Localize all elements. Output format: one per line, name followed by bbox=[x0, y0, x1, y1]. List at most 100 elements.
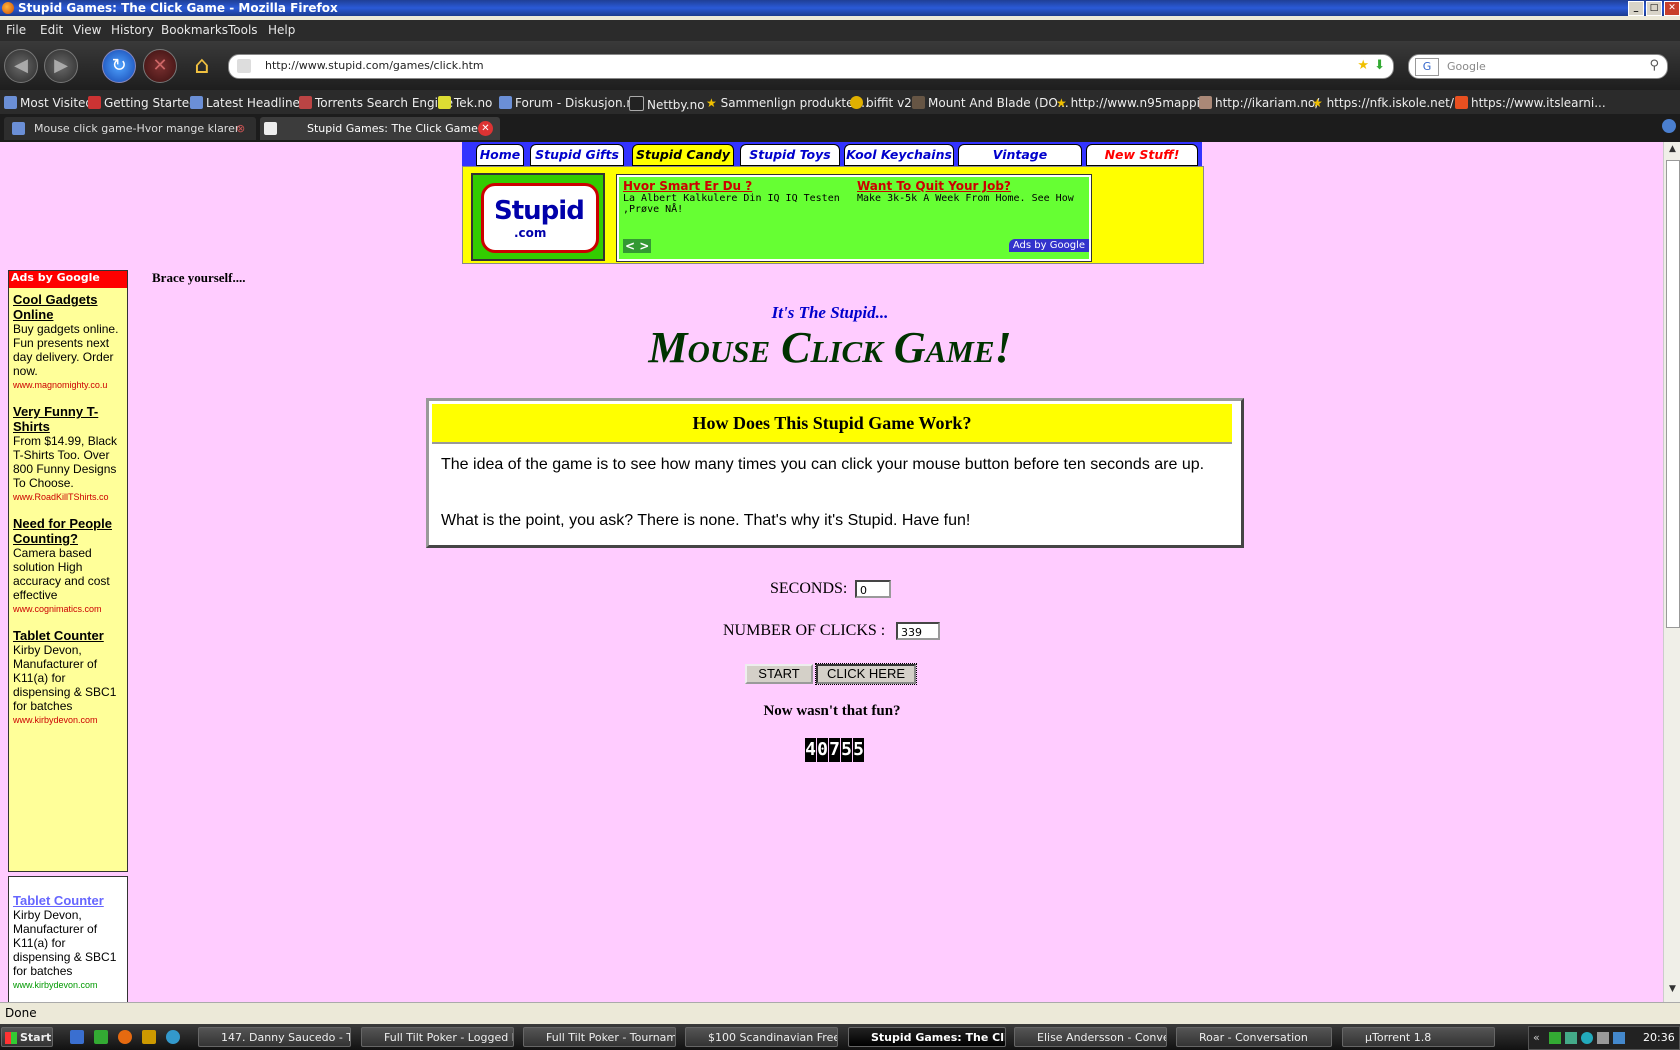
mount-blade-icon bbox=[912, 96, 925, 109]
bookmark-item[interactable]: http://ikariam.no/ bbox=[1199, 96, 1319, 110]
tray-utorrent-icon[interactable] bbox=[1549, 1032, 1561, 1044]
stop-icon[interactable]: ✕ bbox=[143, 49, 177, 83]
menu-file[interactable]: File bbox=[6, 23, 26, 37]
bookmark-item[interactable]: ★ https://nfk.iskole.net/... bbox=[1312, 96, 1465, 110]
search-placeholder: Google bbox=[1447, 60, 1486, 73]
bookmark-item[interactable]: Tek.no bbox=[438, 96, 492, 110]
page-icon bbox=[264, 122, 277, 135]
stupid-logo[interactable]: Stupid .com bbox=[471, 173, 605, 261]
menu-help[interactable]: Help bbox=[268, 23, 295, 37]
bookmark-item[interactable]: ★ Sammenlign produkter... bbox=[706, 96, 869, 110]
tek-icon bbox=[438, 96, 451, 109]
search-icon[interactable]: ⚲ bbox=[1649, 58, 1659, 73]
ad-nav-arrows[interactable]: < > bbox=[623, 239, 652, 253]
start-button[interactable]: START bbox=[745, 664, 813, 684]
ikariam-icon bbox=[1199, 96, 1212, 109]
forward-icon[interactable]: ▶ bbox=[44, 49, 78, 83]
tray-network-icon[interactable] bbox=[1581, 1032, 1593, 1044]
nav-new-stuff[interactable]: New Stuff! bbox=[1086, 144, 1198, 166]
nav-stupid-gifts[interactable]: Stupid Gifts bbox=[530, 144, 624, 166]
how-it-works-box: How Does This Stupid Game Work? The idea… bbox=[426, 398, 1244, 548]
close-tab-icon[interactable]: ⊗ bbox=[236, 117, 245, 140]
ads-by-google-header[interactable]: Ads by Google bbox=[9, 271, 127, 288]
tray-expand-icon[interactable]: « bbox=[1533, 1031, 1540, 1044]
bookmark-item[interactable]: Most Visited bbox=[4, 96, 93, 110]
tab-stupid-games[interactable]: Stupid Games: The Click Game ✕ bbox=[260, 117, 500, 140]
ad-item[interactable]: Tablet Counter Kirby Devon, Manufacturer… bbox=[13, 628, 123, 725]
taskbar-item[interactable]: µTorrent 1.8 bbox=[1342, 1027, 1495, 1047]
click-here-button[interactable]: CLICK HERE bbox=[815, 663, 917, 685]
bookmark-item[interactable]: https://www.itslearni... bbox=[1455, 96, 1606, 110]
bookmark-item[interactable]: Getting Started bbox=[88, 96, 197, 110]
counter-digit: 5 bbox=[853, 738, 864, 762]
nav-vintage-stupidity[interactable]: Vintage Stupidity bbox=[958, 144, 1082, 182]
ad-item[interactable]: Tablet Counter Kirby Devon, Manufacturer… bbox=[13, 893, 123, 990]
ads-by-google[interactable]: Ads by Google bbox=[1008, 239, 1089, 252]
address-bar[interactable]: http://www.stupid.com/games/click.htm ★ … bbox=[228, 54, 1394, 79]
home-icon[interactable]: ⌂ bbox=[186, 49, 218, 81]
nav-stupid-candy[interactable]: Stupid Candy bbox=[632, 144, 734, 166]
bookmark-item[interactable]: biffit v2 bbox=[850, 96, 912, 110]
start-button[interactable]: Start bbox=[1, 1027, 53, 1047]
quicklaunch-firefox-icon[interactable] bbox=[118, 1030, 132, 1044]
scroll-down-icon[interactable]: ▼ bbox=[1666, 984, 1679, 997]
menu-bookmarks[interactable]: Bookmarks bbox=[161, 23, 228, 37]
taskbar-item[interactable]: Roar - Conversation bbox=[1176, 1027, 1332, 1047]
bookmark-item[interactable]: Forum - Diskusjon.no bbox=[499, 96, 641, 110]
tray-msn-icon[interactable] bbox=[1565, 1032, 1577, 1044]
scroll-up-icon[interactable]: ▲ bbox=[1666, 144, 1679, 157]
bookmark-item[interactable]: Nettby.no bbox=[629, 96, 705, 112]
counter-digit: 5 bbox=[841, 738, 852, 762]
scroll-thumb[interactable] bbox=[1666, 160, 1680, 628]
nav-kool-keychains[interactable]: Kool Keychains bbox=[844, 144, 954, 166]
ad-item[interactable]: Cool Gadgets Online Buy gadgets online. … bbox=[13, 292, 123, 390]
window-title-bar: Stupid Games: The Click Game - Mozilla F… bbox=[0, 0, 1680, 16]
taskbar-item-active[interactable]: Stupid Games: The Cli... bbox=[848, 1027, 1006, 1047]
site-header: Stupid .com Hvor Smart Er Du ? La Albert… bbox=[462, 166, 1204, 264]
ad-item[interactable]: Need for People Counting? Camera based s… bbox=[13, 516, 123, 614]
reload-icon[interactable]: ↻ bbox=[102, 49, 136, 83]
taskbar-item[interactable]: 147. Danny Saucedo - T... bbox=[198, 1027, 351, 1047]
close-window-button[interactable]: ✕ bbox=[1664, 1, 1680, 16]
menu-edit[interactable]: Edit bbox=[40, 23, 63, 37]
taskbar-item[interactable]: Full Tilt Poker - Tournam... bbox=[523, 1027, 676, 1047]
minimize-button[interactable]: _ bbox=[1628, 1, 1644, 16]
how-paragraph-2: What is the point, you ask? There is non… bbox=[441, 512, 971, 529]
search-box[interactable]: G Google ⚲ bbox=[1408, 54, 1668, 79]
vertical-scrollbar[interactable]: ▲ ▼ bbox=[1663, 142, 1680, 1002]
quicklaunch-ie-icon[interactable] bbox=[70, 1030, 84, 1044]
bookmark-item[interactable]: ★ http://www.n95mappi... bbox=[1056, 96, 1211, 110]
seconds-field[interactable]: 0 bbox=[855, 580, 891, 598]
menu-tools[interactable]: Tools bbox=[228, 23, 258, 37]
maximize-button[interactable]: □ bbox=[1646, 1, 1662, 16]
bookmark-star-icon[interactable]: ★ bbox=[1357, 58, 1369, 73]
biffit-icon bbox=[850, 96, 863, 109]
nav-stupid-toys[interactable]: Stupid Toys bbox=[740, 144, 840, 166]
quicklaunch-app-icon[interactable] bbox=[142, 1030, 156, 1044]
menu-view[interactable]: View bbox=[73, 23, 101, 37]
bookmark-item[interactable]: Torrents Search Engine bbox=[299, 96, 453, 110]
nav-home[interactable]: Home bbox=[476, 144, 524, 166]
ad-item[interactable]: Very Funny T-Shirts From $14.99, Black T… bbox=[13, 404, 123, 502]
ad-item[interactable]: Want To Quit Your Job? Make 3k-5k A Week… bbox=[857, 179, 1079, 204]
taskbar-item[interactable]: $100 Scandinavian Freer... bbox=[685, 1027, 838, 1047]
menu-history[interactable]: History bbox=[111, 23, 154, 37]
taskbar-item[interactable]: Elise Andersson - Conver... bbox=[1014, 1027, 1167, 1047]
list-all-tabs-icon[interactable] bbox=[1662, 119, 1676, 133]
ad-item[interactable]: Hvor Smart Er Du ? La Albert Kalkulere D… bbox=[623, 179, 843, 215]
forum-icon bbox=[499, 96, 512, 109]
back-icon[interactable]: ◀ bbox=[4, 49, 38, 83]
go-arrow-icon[interactable]: ⬇ bbox=[1374, 58, 1385, 73]
tray-volume-icon[interactable] bbox=[1597, 1032, 1609, 1044]
close-tab-icon[interactable]: ✕ bbox=[478, 121, 493, 136]
quicklaunch-utorrent-icon[interactable] bbox=[94, 1030, 108, 1044]
search-engine-icon[interactable]: G bbox=[1415, 58, 1439, 76]
star-icon: ★ bbox=[706, 96, 721, 110]
clicks-field[interactable]: 339 bbox=[896, 622, 940, 640]
bookmark-item[interactable]: Latest Headlines bbox=[190, 96, 306, 110]
bookmark-item[interactable]: Mount And Blade (DO... bbox=[912, 96, 1069, 110]
tab-mouse-click-game[interactable]: Mouse click game-Hvor mange klarer d... … bbox=[4, 117, 256, 158]
taskbar-item[interactable]: Full Tilt Poker - Logged I... bbox=[361, 1027, 514, 1047]
quicklaunch-app-icon[interactable] bbox=[166, 1030, 180, 1044]
tray-app-icon[interactable] bbox=[1613, 1032, 1625, 1044]
